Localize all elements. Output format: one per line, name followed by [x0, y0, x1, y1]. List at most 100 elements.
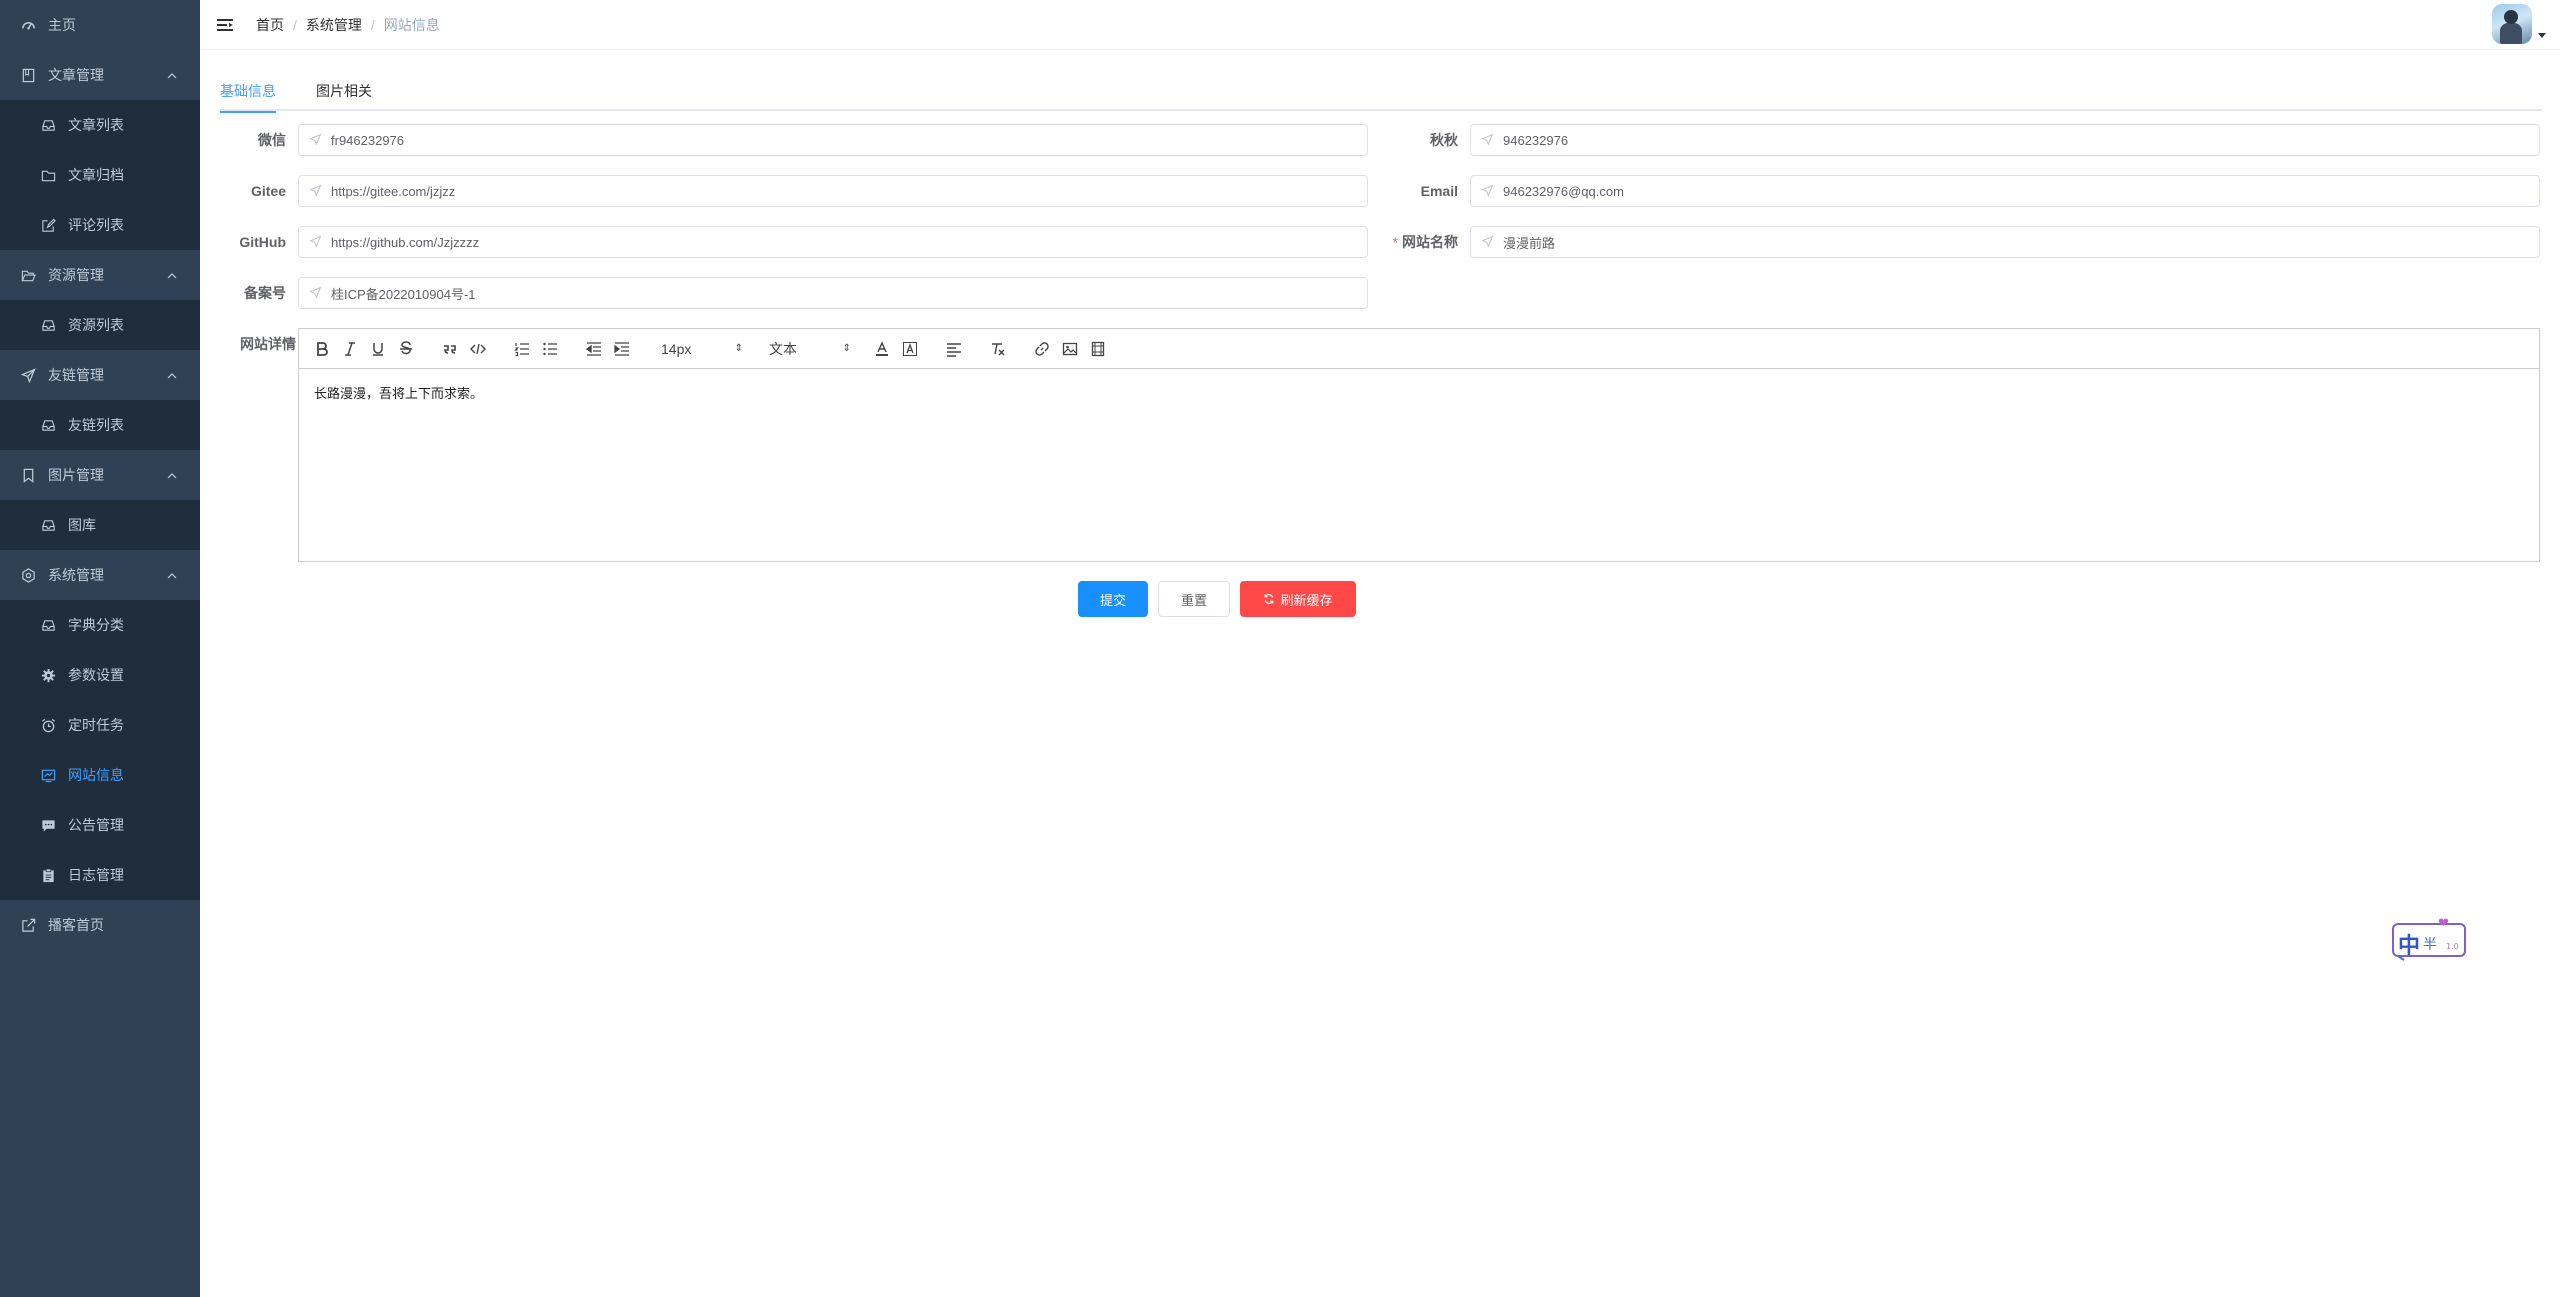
folder-icon: [40, 167, 56, 183]
chevron-up-icon: [166, 69, 178, 81]
sidebar-item-0[interactable]: 主页: [0, 0, 200, 50]
bold-icon[interactable]: [311, 338, 333, 360]
background-color-icon[interactable]: [899, 338, 921, 360]
inbox-icon: [40, 117, 56, 133]
sidebar-item-16[interactable]: 公告管理: [0, 800, 200, 850]
font-color-icon[interactable]: [871, 338, 893, 360]
tab-basic-info[interactable]: 基础信息: [220, 77, 276, 113]
blockquote-icon[interactable]: [439, 338, 461, 360]
ordered-list-icon[interactable]: [511, 338, 533, 360]
sidebar-item-3[interactable]: 文章归档: [0, 150, 200, 200]
site-name-input[interactable]: 漫漫前路: [1470, 226, 2540, 258]
sidebar-item-label: 定时任务: [68, 717, 124, 733]
text-style-value: 文本: [769, 340, 797, 357]
sidebar-item-1[interactable]: 文章管理: [0, 50, 200, 100]
sidebar-item-18[interactable]: 播客首页: [0, 900, 200, 950]
breadcrumb-system[interactable]: 系统管理: [306, 15, 362, 35]
sidebar-item-label: 友链列表: [68, 417, 124, 433]
font-size-select[interactable]: 14px ⇕: [655, 338, 747, 360]
reset-button[interactable]: 重置: [1158, 581, 1230, 617]
sidebar-item-5[interactable]: 资源管理: [0, 250, 200, 300]
ime-widget-small-text: 半: [2423, 937, 2437, 953]
icp-value: 桂ICP备2022010904号-1: [331, 286, 476, 302]
bullet-list-icon[interactable]: [539, 338, 561, 360]
tab-image-related[interactable]: 图片相关: [316, 77, 372, 111]
sidebar-item-17[interactable]: 日志管理: [0, 850, 200, 900]
sidebar-item-9[interactable]: 图片管理: [0, 450, 200, 500]
monitor-icon: [40, 767, 56, 783]
ime-widget[interactable]: 中 半 ❤ 1.0: [2390, 914, 2470, 962]
sidebar-item-label: 参数设置: [68, 667, 124, 683]
sidebar-item-13[interactable]: 参数设置: [0, 650, 200, 700]
submit-button[interactable]: 提交: [1078, 581, 1148, 617]
sidebar-item-6[interactable]: 资源列表: [0, 300, 200, 350]
sidebar-item-label: 主页: [48, 17, 76, 33]
avatar-figure-head: [2504, 10, 2518, 24]
sidebar-item-10[interactable]: 图库: [0, 500, 200, 550]
wechat-input[interactable]: fr946232976: [298, 124, 1368, 156]
sidebar-item-8[interactable]: 友链列表: [0, 400, 200, 450]
video-icon[interactable]: [1087, 338, 1109, 360]
clear-format-icon[interactable]: [987, 338, 1009, 360]
text-style-select[interactable]: 文本 ⇕: [763, 338, 855, 360]
sidebar-item-12[interactable]: 字典分类: [0, 600, 200, 650]
icp-input[interactable]: 桂ICP备2022010904号-1: [298, 277, 1368, 309]
send-icon: [309, 133, 323, 147]
link-icon[interactable]: [1031, 338, 1053, 360]
sidebar-item-2[interactable]: 文章列表: [0, 100, 200, 150]
send-icon: [309, 286, 323, 300]
sidebar-item-label: 图库: [68, 517, 96, 533]
underline-icon[interactable]: [367, 338, 389, 360]
send-icon: [1481, 235, 1495, 249]
rich-text-editor: 14px ⇕ 文本 ⇕ 长路漫漫，吾将上下而求索。: [298, 328, 2540, 562]
sidebar-item-15[interactable]: 网站信息: [0, 750, 200, 800]
tabs: 基础信息 图片相关: [220, 77, 2542, 113]
email-label: Email: [1420, 183, 1458, 199]
sidebar-item-label: 图片管理: [48, 467, 104, 483]
qq-value: 946232976: [1503, 132, 1569, 148]
italic-icon[interactable]: [339, 338, 361, 360]
sidebar-item-11[interactable]: 系统管理: [0, 550, 200, 600]
form-actions: 提交 重置 刷新缓存: [1078, 581, 1366, 617]
breadcrumb-home[interactable]: 首页: [256, 15, 284, 35]
image-icon[interactable]: [1059, 338, 1081, 360]
sidebar-item-label: 资源管理: [48, 267, 104, 283]
sidebar-item-4[interactable]: 评论列表: [0, 200, 200, 250]
edit-icon: [40, 217, 56, 233]
sidebar: 主页文章管理 文章列表 文章归档 评论列表资源管理资源列表 友链管理友链列表图片管理图库…: [0, 0, 200, 1297]
strikethrough-icon[interactable]: [395, 338, 417, 360]
bookmark-icon: [20, 467, 36, 483]
code-icon[interactable]: [467, 338, 489, 360]
indent-icon[interactable]: [611, 338, 633, 360]
editor-content[interactable]: 长路漫漫，吾将上下而求索。: [299, 369, 2539, 416]
breadcrumb-current: 网站信息: [383, 16, 440, 33]
chevron-up-icon: [166, 269, 178, 281]
avatar[interactable]: [2492, 4, 2532, 44]
refresh-cache-button[interactable]: 刷新缓存: [1240, 581, 1356, 617]
sidebar-item-7[interactable]: 友链管理: [0, 350, 200, 400]
caret-down-icon[interactable]: [2538, 33, 2546, 38]
sidebar-item-14[interactable]: 定时任务: [0, 700, 200, 750]
email-input[interactable]: 946232976@qq.com: [1470, 175, 2540, 207]
hamburger-icon[interactable]: [216, 16, 234, 34]
site-name-value: 漫漫前路: [1503, 235, 1556, 251]
required-mark: *: [1392, 234, 1398, 250]
outdent-icon[interactable]: [583, 338, 605, 360]
sidebar-item-label: 网站信息: [68, 767, 124, 783]
github-input[interactable]: https://github.com/Jzjzzzz: [298, 226, 1368, 258]
sidebar-item-label: 系统管理: [48, 567, 104, 583]
align-icon[interactable]: [943, 338, 965, 360]
sort-icon: ⇕: [734, 342, 743, 354]
sidebar-item-label: 播客首页: [48, 917, 104, 933]
form-item-wechat: 微信 fr946232976: [210, 123, 1368, 157]
chevron-up-icon: [166, 569, 178, 581]
qq-input[interactable]: 946232976: [1470, 124, 2540, 156]
tab-active-indicator: [220, 111, 276, 113]
sidebar-item-label: 公告管理: [68, 817, 124, 833]
gitee-label: Gitee: [250, 183, 286, 199]
gitee-input[interactable]: https://gitee.com/jzjzz: [298, 175, 1368, 207]
user-menu[interactable]: [2492, 4, 2546, 44]
gitee-value: https://gitee.com/jzjzz: [331, 183, 456, 199]
tab-image-related-label: 图片相关: [316, 83, 372, 99]
sort-icon: ⇕: [842, 342, 851, 354]
